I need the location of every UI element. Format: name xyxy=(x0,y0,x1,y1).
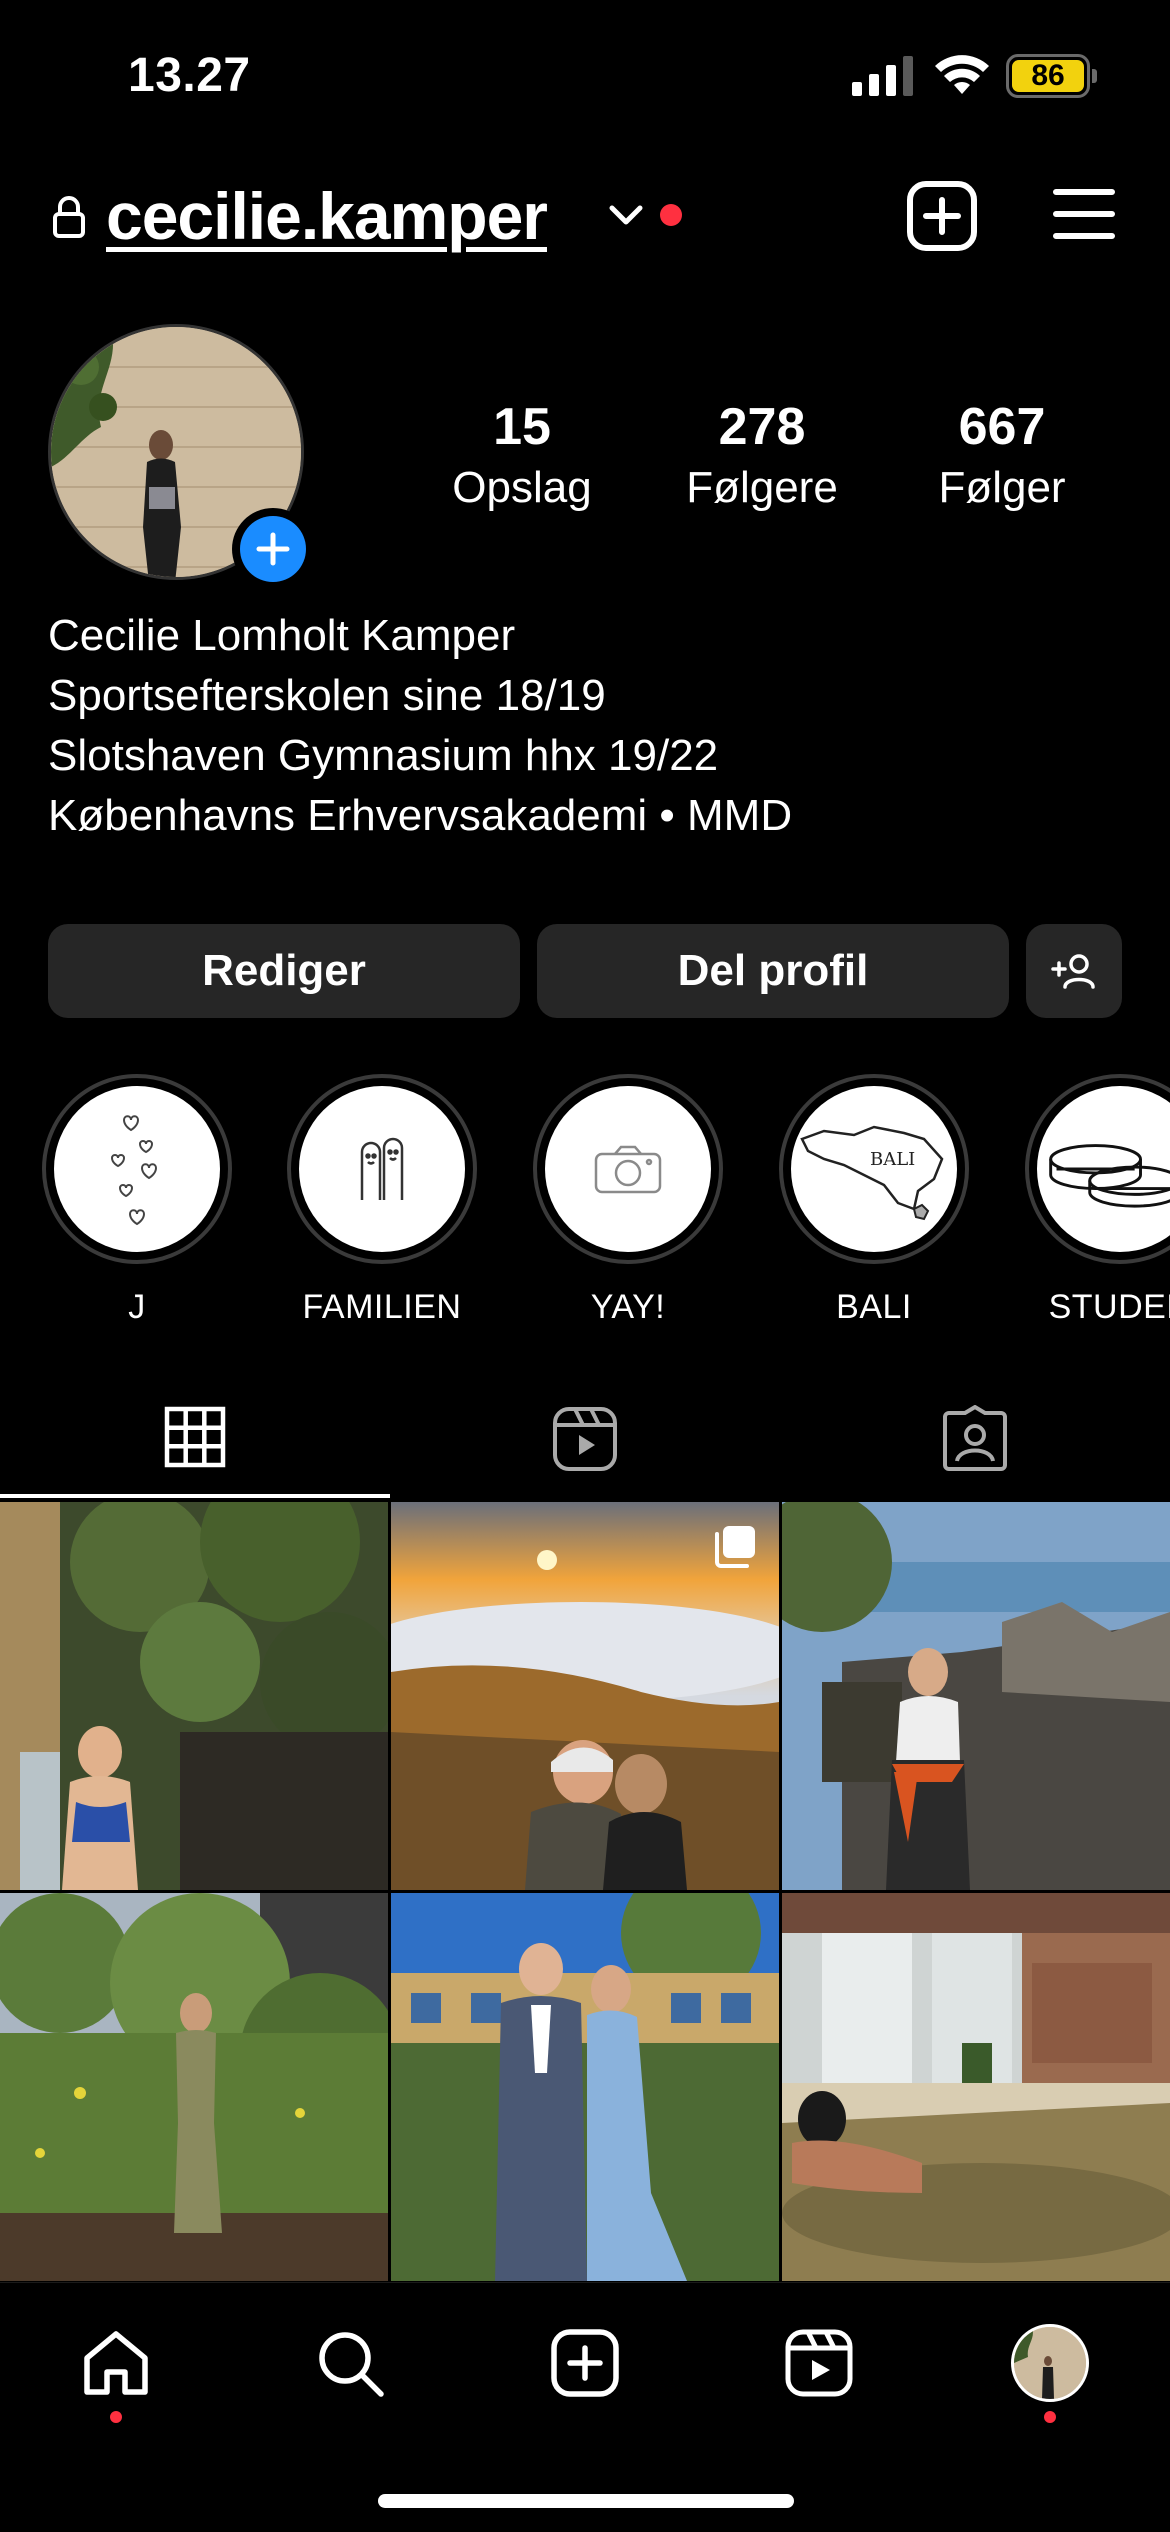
highlight-bali[interactable]: BALI BALI xyxy=(779,1074,969,1327)
highlight-label: J xyxy=(128,1288,146,1326)
nav-home[interactable] xyxy=(76,2323,156,2403)
bali-map-label: BALI xyxy=(870,1149,915,1170)
profile-bio: Cecilie Lomholt Kamper Sportsefterskolen… xyxy=(48,606,792,846)
posts-count: 15 xyxy=(493,398,551,456)
bio-name: Cecilie Lomholt Kamper xyxy=(48,611,516,660)
fingers-icon xyxy=(360,1137,404,1200)
bio-line: Københavns Erhvervsakademi • MMD xyxy=(48,791,793,840)
camera-icon xyxy=(594,1145,662,1194)
home-icon xyxy=(84,2331,148,2395)
post-thumbnail[interactable] xyxy=(0,1893,388,2281)
highlight-label: FAMILIEN xyxy=(302,1288,462,1326)
battery-level: 86 xyxy=(1012,60,1084,92)
tagged-icon xyxy=(943,1405,1007,1471)
discover-people-button[interactable] xyxy=(1026,924,1122,1018)
chevron-down-icon[interactable] xyxy=(606,200,646,230)
profile-notification-dot xyxy=(1044,2411,1056,2423)
status-time: 13.27 xyxy=(128,49,251,102)
highlight-label: STUDEN xyxy=(1048,1288,1170,1326)
battery-indicator: 86 xyxy=(1006,54,1097,98)
bio-line: Sportsefterskolen sine 18/19 xyxy=(48,671,606,720)
home-indicator[interactable] xyxy=(378,2494,794,2508)
stat-followers[interactable]: 278 Følgere xyxy=(662,396,862,518)
student-caps-icon xyxy=(1049,1144,1170,1208)
nav-create[interactable] xyxy=(545,2323,625,2403)
post-thumbnail[interactable] xyxy=(391,1893,779,2281)
followers-label: Følgere xyxy=(686,463,838,512)
menu-icon[interactable] xyxy=(1052,186,1116,242)
cellular-signal-icon xyxy=(852,56,913,96)
username-switcher[interactable]: cecilie.kamper xyxy=(106,178,548,254)
highlight-label: YAY! xyxy=(590,1288,666,1326)
post-thumbnail[interactable] xyxy=(782,1893,1170,2281)
following-label: Følger xyxy=(938,463,1066,512)
highlight-j[interactable]: J xyxy=(42,1074,232,1327)
hearts-icon xyxy=(110,1115,158,1226)
highlight-familien[interactable]: FAMILIEN xyxy=(287,1074,477,1327)
bio-line: Slotshaven Gymnasium hhx 19/22 xyxy=(48,731,719,780)
wifi-icon xyxy=(935,55,989,94)
notification-dot xyxy=(660,204,682,226)
add-story-button[interactable] xyxy=(232,508,314,590)
carousel-icon xyxy=(715,1526,755,1568)
edit-profile-button[interactable]: Rediger xyxy=(48,924,520,1018)
following-count: 667 xyxy=(958,398,1046,456)
bali-map-icon: BALI xyxy=(800,1125,944,1221)
post-thumbnail[interactable] xyxy=(782,1502,1170,1890)
share-profile-button[interactable]: Del profil xyxy=(537,924,1009,1018)
post-thumbnail[interactable] xyxy=(391,1502,779,1890)
nav-reels[interactable] xyxy=(779,2323,859,2403)
posts-grid xyxy=(0,1502,1170,2281)
tab-posts-grid[interactable] xyxy=(0,1380,390,1498)
highlight-yay[interactable]: YAY! xyxy=(533,1074,723,1327)
post-thumbnail[interactable] xyxy=(0,1502,388,1890)
home-notification-dot xyxy=(110,2411,122,2423)
followers-count: 278 xyxy=(718,398,806,456)
stat-following[interactable]: 667 Følger xyxy=(902,396,1102,518)
create-icon xyxy=(551,2329,619,2397)
highlight-studen[interactable]: STUDEN xyxy=(1025,1074,1170,1327)
create-post-icon[interactable] xyxy=(906,180,978,252)
tab-tagged[interactable] xyxy=(780,1380,1170,1498)
stat-posts[interactable]: 15 Opslag xyxy=(422,396,622,518)
profile-avatar-small xyxy=(1011,2324,1089,2402)
posts-label: Opslag xyxy=(452,463,592,512)
tab-reels[interactable] xyxy=(390,1380,780,1498)
nav-profile[interactable] xyxy=(1010,2323,1090,2403)
grid-icon xyxy=(164,1406,226,1468)
lock-icon xyxy=(53,196,85,238)
add-user-icon xyxy=(1051,954,1095,989)
nav-search[interactable] xyxy=(310,2323,390,2403)
highlight-label: BALI xyxy=(836,1288,912,1326)
reels-icon xyxy=(785,2329,853,2397)
plus-icon xyxy=(256,532,290,566)
search-icon xyxy=(319,2332,384,2397)
reels-icon xyxy=(553,1407,617,1471)
